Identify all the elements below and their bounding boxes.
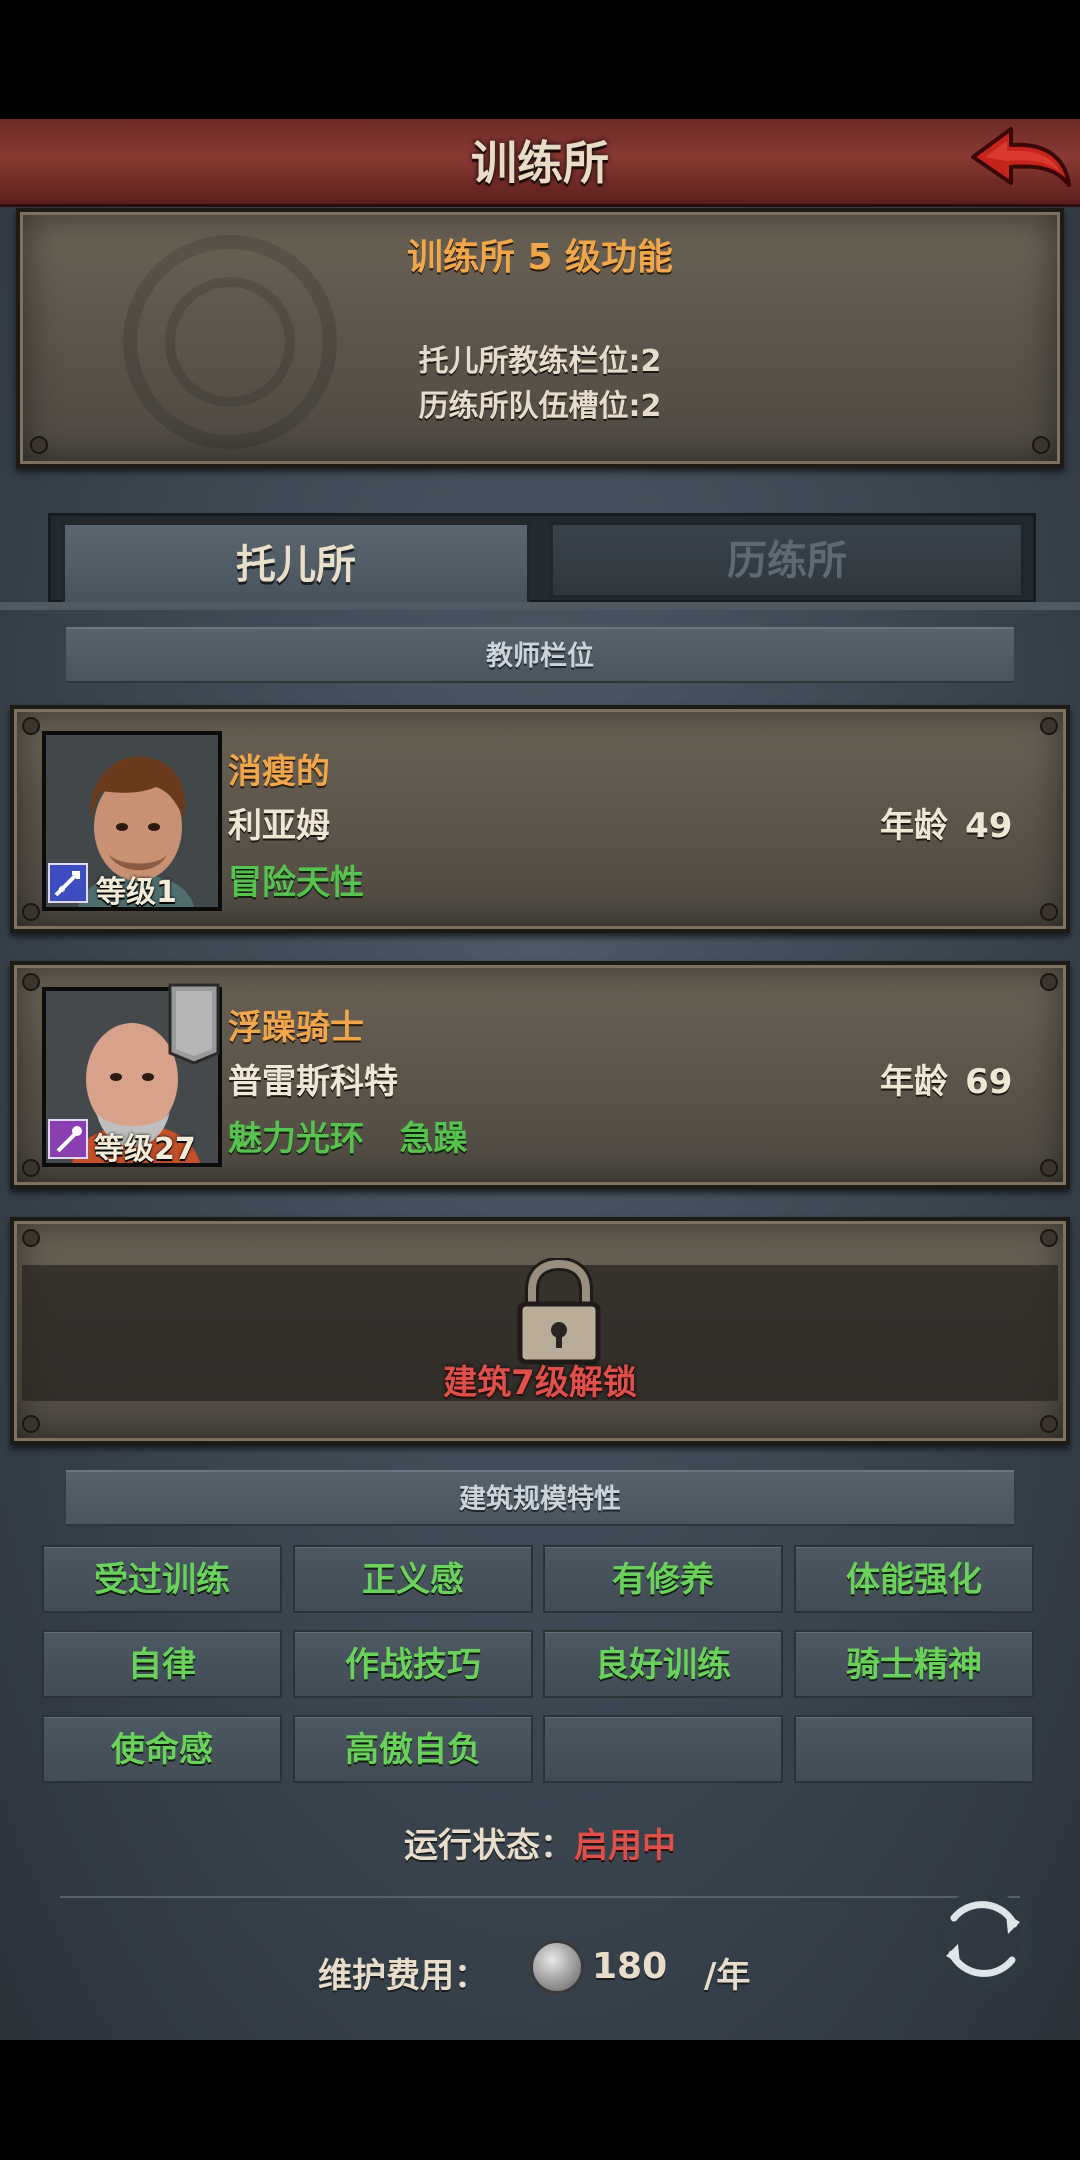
feature-slot[interactable]: 自律 [42, 1630, 282, 1698]
feature-slot[interactable]: 作战技巧 [293, 1630, 533, 1698]
age-label: 年龄 [880, 806, 948, 846]
padlock-icon [512, 1256, 606, 1366]
feature-slot[interactable]: 骑士精神 [794, 1630, 1034, 1698]
age-value: 49 [965, 806, 1013, 846]
tab-nursery-label: 托儿所 [236, 542, 356, 588]
info-line-nursery-slots: 托儿所教练栏位:2 [418, 344, 662, 379]
info-line-team-slots: 历练所队伍槽位:2 [418, 389, 662, 424]
feature-slot[interactable]: 良好训练 [543, 1630, 783, 1698]
staff-icon [48, 1119, 88, 1159]
tab-training-ground-label: 历练所 [727, 538, 847, 584]
unlock-requirement: 建筑7级解锁 [443, 1363, 637, 1403]
feature-slot[interactable]: 有修养 [543, 1545, 783, 1613]
features-section-header: 建筑规模特性 [66, 1470, 1014, 1526]
operation-status: 运行状态：启用中 [0, 1818, 1080, 1867]
sword-icon [48, 863, 88, 903]
teacher-section-header: 教师栏位 [66, 627, 1014, 683]
refresh-icon [934, 1890, 1032, 1988]
teacher-age: 年龄 69 [880, 1054, 1020, 1103]
teacher-level: 等级27 [94, 1132, 196, 1167]
feature-slot[interactable]: 使命感 [42, 1715, 282, 1783]
teacher-section-label: 教师栏位 [486, 641, 594, 672]
tab-training-ground[interactable]: 历练所 [550, 522, 1024, 598]
back-button[interactable] [965, 123, 1075, 203]
teacher-name: 普雷斯科特 [228, 1062, 398, 1102]
feature-slot[interactable]: 受过训练 [42, 1545, 282, 1613]
feature-slot[interactable]: 正义感 [293, 1545, 533, 1613]
teacher-name: 利亚姆 [228, 806, 330, 846]
feature-slot[interactable]: 高傲自负 [293, 1715, 533, 1783]
fee-label: 维护费用： [318, 1956, 488, 1996]
page-title: 训练所 [471, 136, 609, 190]
age-label: 年龄 [880, 1062, 948, 1102]
status-value: 启用中 [574, 1826, 676, 1866]
age-value: 69 [965, 1062, 1013, 1102]
teacher-traits: 冒险天性 [228, 863, 364, 903]
teacher-title: 消瘦的 [228, 752, 330, 792]
tab-nursery[interactable]: 托儿所 [62, 522, 530, 606]
back-arrow-icon [971, 127, 1071, 187]
teacher-traits: 魅力光环 急躁 [228, 1119, 468, 1159]
silver-coin-icon [530, 1940, 584, 1994]
status-label: 运行状态： [404, 1826, 574, 1866]
tab-underline [0, 602, 1080, 610]
refresh-button[interactable] [932, 1888, 1034, 1990]
fee-amount: 180 [592, 1946, 668, 1987]
teacher-level: 等级1 [96, 875, 177, 910]
feature-slot-empty [794, 1715, 1034, 1783]
divider [60, 1896, 1020, 1898]
teacher-age: 年龄 49 [880, 798, 1020, 847]
features-section-label: 建筑规模特性 [459, 1484, 621, 1515]
fee-unit: /年 [704, 1956, 751, 1996]
feature-slot-empty [543, 1715, 783, 1783]
banner-icon [168, 983, 220, 1065]
teacher-title: 浮躁骑士 [228, 1008, 364, 1048]
info-panel-title: 训练所 5 级功能 [406, 237, 674, 278]
feature-slot[interactable]: 体能强化 [794, 1545, 1034, 1613]
